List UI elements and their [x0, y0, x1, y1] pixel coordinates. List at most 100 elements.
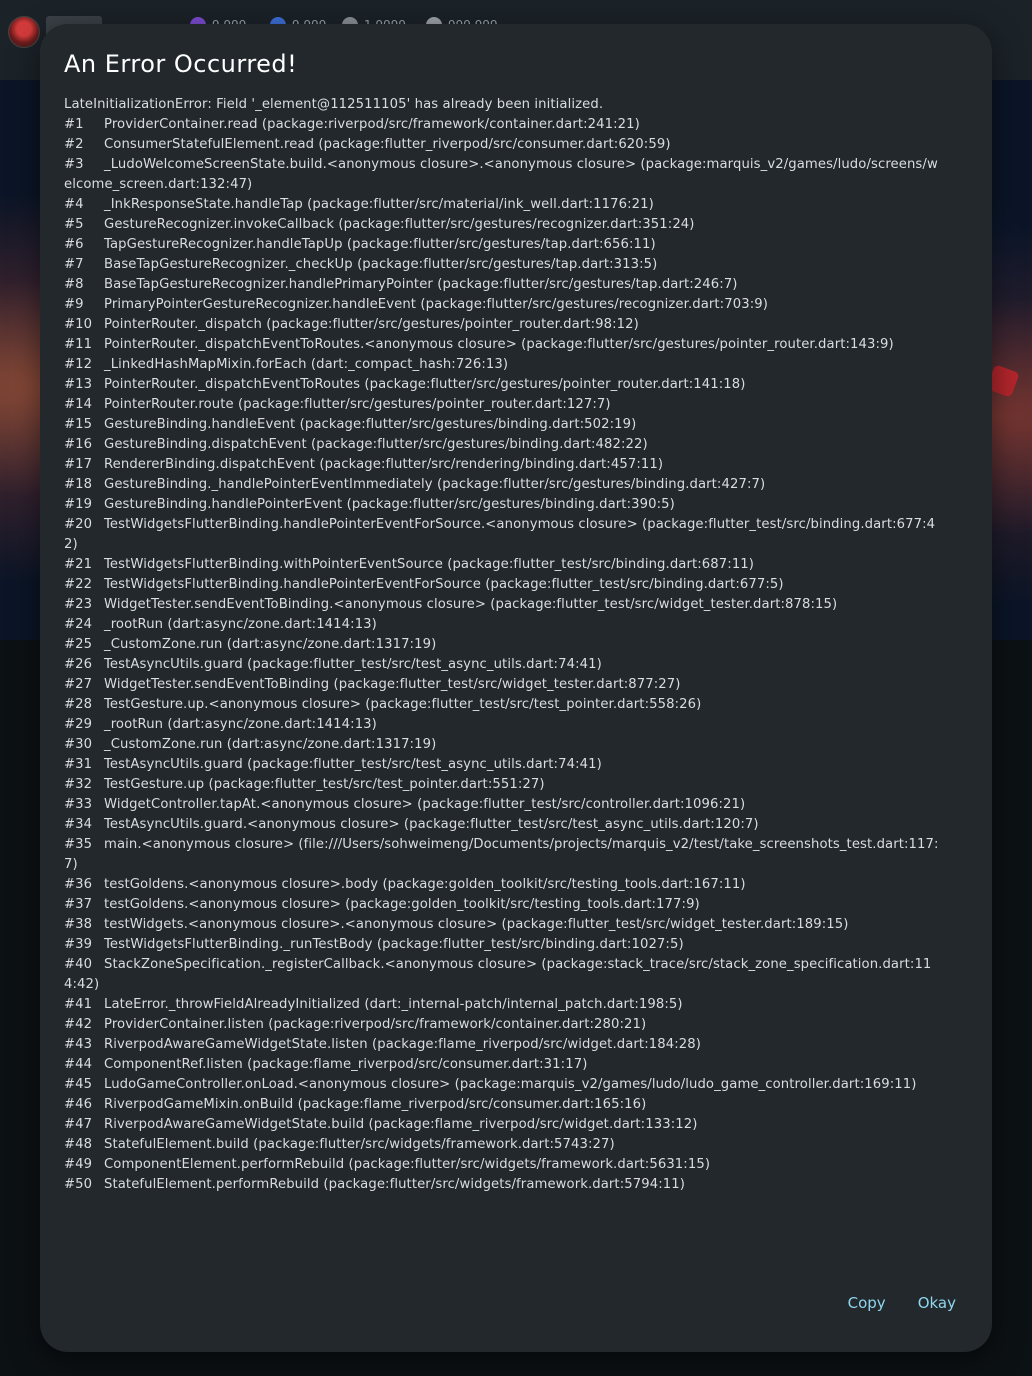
frame-number: #1 [64, 117, 84, 132]
frame-number: #45 [64, 1077, 93, 1092]
frame-number: #24 [64, 617, 93, 632]
frame-call: GestureBinding._handlePointerEventImmedi… [104, 477, 766, 492]
frame-number: #18 [64, 477, 93, 492]
frame-call: TestWidgetsFlutterBinding.withPointerEve… [104, 557, 755, 572]
frame-number: #30 [64, 737, 93, 752]
stack-frame: #30 _CustomZone.run (dart:async/zone.dart… [64, 735, 944, 755]
stack-frame: #43 RiverpodAwareGameWidgetState.listen (… [64, 1035, 944, 1055]
stack-frame: #7 BaseTapGestureRecognizer._checkUp (pac… [64, 255, 944, 275]
stack-frame: #40 StackZoneSpecification._registerCallb… [64, 955, 944, 995]
stack-frame: #32 TestGesture.up (package:flutter_test/… [64, 775, 944, 795]
frame-number: #25 [64, 637, 93, 652]
stack-frame: #21 TestWidgetsFlutterBinding.withPointer… [64, 555, 944, 575]
frame-call: TestWidgetsFlutterBinding.handlePointerE… [64, 517, 936, 552]
frame-number: #29 [64, 717, 93, 732]
stack-frame: #24 _rootRun (dart:async/zone.dart:1414:1… [64, 615, 944, 635]
frame-number: #37 [64, 897, 93, 912]
frame-number: #49 [64, 1157, 93, 1172]
frame-number: #38 [64, 917, 93, 932]
stack-frame: #15 GestureBinding.handleEvent (package:f… [64, 415, 944, 435]
frame-call: TestWidgetsFlutterBinding._runTestBody (… [104, 937, 684, 952]
stack-frame: #22 TestWidgetsFlutterBinding.handlePoint… [64, 575, 944, 595]
frame-number: #22 [64, 577, 93, 592]
stack-frame: #31 TestAsyncUtils.guard (package:flutter… [64, 755, 944, 775]
stack-frame: #4 _InkResponseState.handleTap (package:f… [64, 195, 944, 215]
frame-call: PointerRouter._dispatchEventToRoutes.<an… [104, 337, 894, 352]
frame-call: _InkResponseState.handleTap (package:flu… [104, 197, 654, 212]
error-dialog: An Error Occurred! LateInitializationErr… [40, 24, 992, 1352]
frame-call: WidgetTester.sendEventToBinding (package… [104, 677, 681, 692]
frame-number: #43 [64, 1037, 93, 1052]
frame-number: #23 [64, 597, 93, 612]
frame-number: #40 [64, 957, 93, 972]
frame-number: #16 [64, 437, 93, 452]
stack-frame: #46 RiverpodGameMixin.onBuild (package:fl… [64, 1095, 944, 1115]
frame-number: #3 [64, 157, 84, 172]
frame-call: StatefulElement.performRebuild (package:… [104, 1177, 685, 1192]
stack-frame: #10 PointerRouter._dispatch (package:flut… [64, 315, 944, 335]
stack-frame: #49 ComponentElement.performRebuild (pack… [64, 1155, 944, 1175]
frame-call: GestureBinding.handlePointerEvent (packa… [104, 497, 675, 512]
error-details: LateInitializationError: Field '_element… [64, 95, 944, 1195]
frame-number: #44 [64, 1057, 93, 1072]
stack-frame: #50 StatefulElement.performRebuild (packa… [64, 1175, 944, 1195]
frame-call: _CustomZone.run (dart:async/zone.dart:13… [104, 737, 437, 752]
frame-number: #47 [64, 1117, 93, 1132]
frame-call: ComponentRef.listen (package:flame_river… [104, 1057, 588, 1072]
dialog-actions: Copy Okay [848, 1294, 956, 1312]
frame-call: RiverpodAwareGameWidgetState.build (pack… [104, 1117, 698, 1132]
frame-number: #15 [64, 417, 93, 432]
stack-frame: #29 _rootRun (dart:async/zone.dart:1414:1… [64, 715, 944, 735]
frame-number: #41 [64, 997, 93, 1012]
frame-number: #4 [64, 197, 84, 212]
frame-number: #9 [64, 297, 84, 312]
frame-number: #42 [64, 1017, 93, 1032]
okay-button[interactable]: Okay [918, 1294, 956, 1312]
frame-call: BaseTapGestureRecognizer.handlePrimaryPo… [104, 277, 738, 292]
frame-number: #2 [64, 137, 84, 152]
frame-call: ComponentElement.performRebuild (package… [104, 1157, 711, 1172]
stack-frame: #37 testGoldens.<anonymous closure> (pack… [64, 895, 944, 915]
frame-number: #19 [64, 497, 93, 512]
copy-button[interactable]: Copy [848, 1294, 886, 1312]
stack-frame: #41 LateError._throwFieldAlreadyInitializ… [64, 995, 944, 1015]
stack-frame: #42 ProviderContainer.listen (package:riv… [64, 1015, 944, 1035]
frame-number: #5 [64, 217, 84, 232]
stack-frame: #23 WidgetTester.sendEventToBinding.<anon… [64, 595, 944, 615]
stack-frame: #45 LudoGameController.onLoad.<anonymous … [64, 1075, 944, 1095]
frame-number: #14 [64, 397, 93, 412]
frame-number: #11 [64, 337, 93, 352]
frame-call: PrimaryPointerGestureRecognizer.handleEv… [104, 297, 768, 312]
frame-call: TestAsyncUtils.guard (package:flutter_te… [104, 657, 602, 672]
stack-frame: #38 testWidgets.<anonymous closure>.<anon… [64, 915, 944, 935]
frame-call: main.<anonymous closure> (file:///Users/… [64, 837, 939, 872]
frame-call: ConsumerStatefulElement.read (package:fl… [104, 137, 671, 152]
stack-frame: #47 RiverpodAwareGameWidgetState.build (p… [64, 1115, 944, 1135]
frame-number: #39 [64, 937, 93, 952]
stack-frame: #25 _CustomZone.run (dart:async/zone.dart… [64, 635, 944, 655]
frame-number: #26 [64, 657, 93, 672]
frame-call: ProviderContainer.listen (package:riverp… [104, 1017, 647, 1032]
stack-frame: #9 PrimaryPointerGestureRecognizer.handle… [64, 295, 944, 315]
stack-frame: #36 testGoldens.<anonymous closure>.body … [64, 875, 944, 895]
frame-number: #46 [64, 1097, 93, 1112]
stack-trace: #1 ProviderContainer.read (package:riverp… [64, 115, 944, 1195]
frame-number: #31 [64, 757, 93, 772]
frame-call: TestAsyncUtils.guard (package:flutter_te… [104, 757, 602, 772]
stack-frame: #11 PointerRouter._dispatchEventToRoutes.… [64, 335, 944, 355]
stack-frame: #8 BaseTapGestureRecognizer.handlePrimary… [64, 275, 944, 295]
stack-frame: #2 ConsumerStatefulElement.read (package:… [64, 135, 944, 155]
frame-call: RiverpodGameMixin.onBuild (package:flame… [104, 1097, 647, 1112]
stack-frame: #3 _LudoWelcomeScreenState.build.<anonymo… [64, 155, 944, 195]
frame-call: LudoGameController.onLoad.<anonymous clo… [104, 1077, 917, 1092]
frame-call: StackZoneSpecification._registerCallback… [64, 957, 932, 992]
frame-number: #27 [64, 677, 93, 692]
frame-number: #35 [64, 837, 93, 852]
frame-number: #33 [64, 797, 93, 812]
avatar[interactable] [8, 16, 40, 48]
frame-call: TestGesture.up.<anonymous closure> (pack… [104, 697, 702, 712]
stack-frame: #33 WidgetController.tapAt.<anonymous clo… [64, 795, 944, 815]
stack-frame: #6 TapGestureRecognizer.handleTapUp (pack… [64, 235, 944, 255]
frame-number: #7 [64, 257, 84, 272]
frame-call: WidgetController.tapAt.<anonymous closur… [104, 797, 746, 812]
